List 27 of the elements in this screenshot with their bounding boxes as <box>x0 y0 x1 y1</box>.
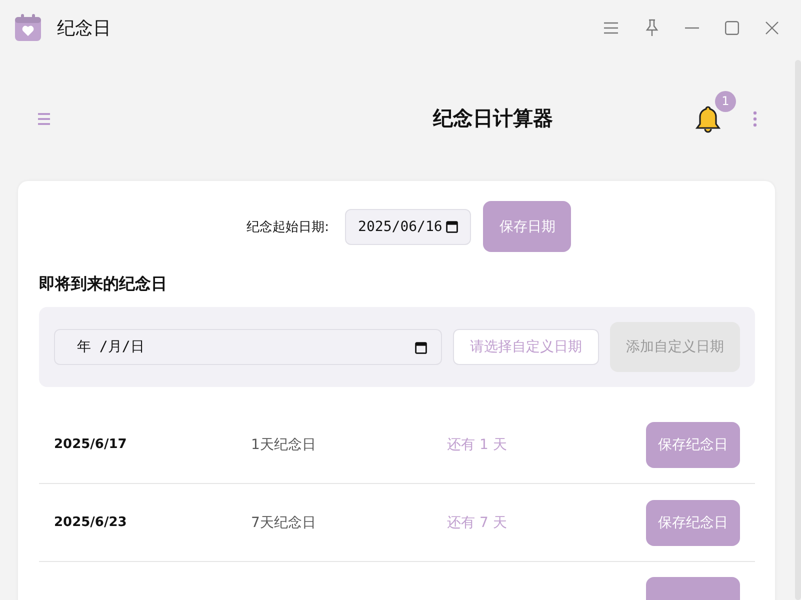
close-icon[interactable] <box>765 21 779 35</box>
save-anniversary-button[interactable]: 保存纪念日 <box>646 422 740 468</box>
menu-icon[interactable] <box>603 21 619 35</box>
maximize-icon[interactable] <box>725 21 739 35</box>
days-remaining: 还有 1 天 <box>447 436 508 454</box>
custom-date-field[interactable]: 年 /月/日 <box>54 329 442 365</box>
minimize-icon[interactable] <box>685 27 699 29</box>
save-anniversary-button[interactable]: 保存纪念日 <box>646 500 740 546</box>
anniversary-name: 1天纪念日 <box>251 436 317 454</box>
notification-badge: 1 <box>715 90 736 112</box>
anniversary-date: 2025/6/17 <box>54 437 128 452</box>
menu-icon[interactable] <box>37 112 51 126</box>
save-date-button[interactable]: 保存日期 <box>483 201 572 252</box>
anniversary-date: 2025/6/23 <box>54 515 128 530</box>
custom-date-hint-field[interactable]: 请选择自定义日期 <box>453 329 599 365</box>
calendar-icon[interactable] <box>415 340 427 354</box>
calendar-icon[interactable] <box>446 220 458 233</box>
start-date-label: 纪念起始日期: <box>246 218 330 236</box>
section-heading: 即将到来的纪念日 <box>39 274 168 295</box>
bell-icon[interactable] <box>695 104 721 132</box>
anniversary-name: 7天纪念日 <box>251 514 317 532</box>
window-title: 纪念日 <box>57 17 111 40</box>
start-date-field[interactable]: 2025/06/16 <box>345 208 472 244</box>
more-options-icon[interactable] <box>753 110 757 126</box>
days-remaining: 还有 7 天 <box>447 514 508 532</box>
page-title: 纪念日计算器 <box>432 105 553 132</box>
pin-icon[interactable] <box>645 19 659 37</box>
